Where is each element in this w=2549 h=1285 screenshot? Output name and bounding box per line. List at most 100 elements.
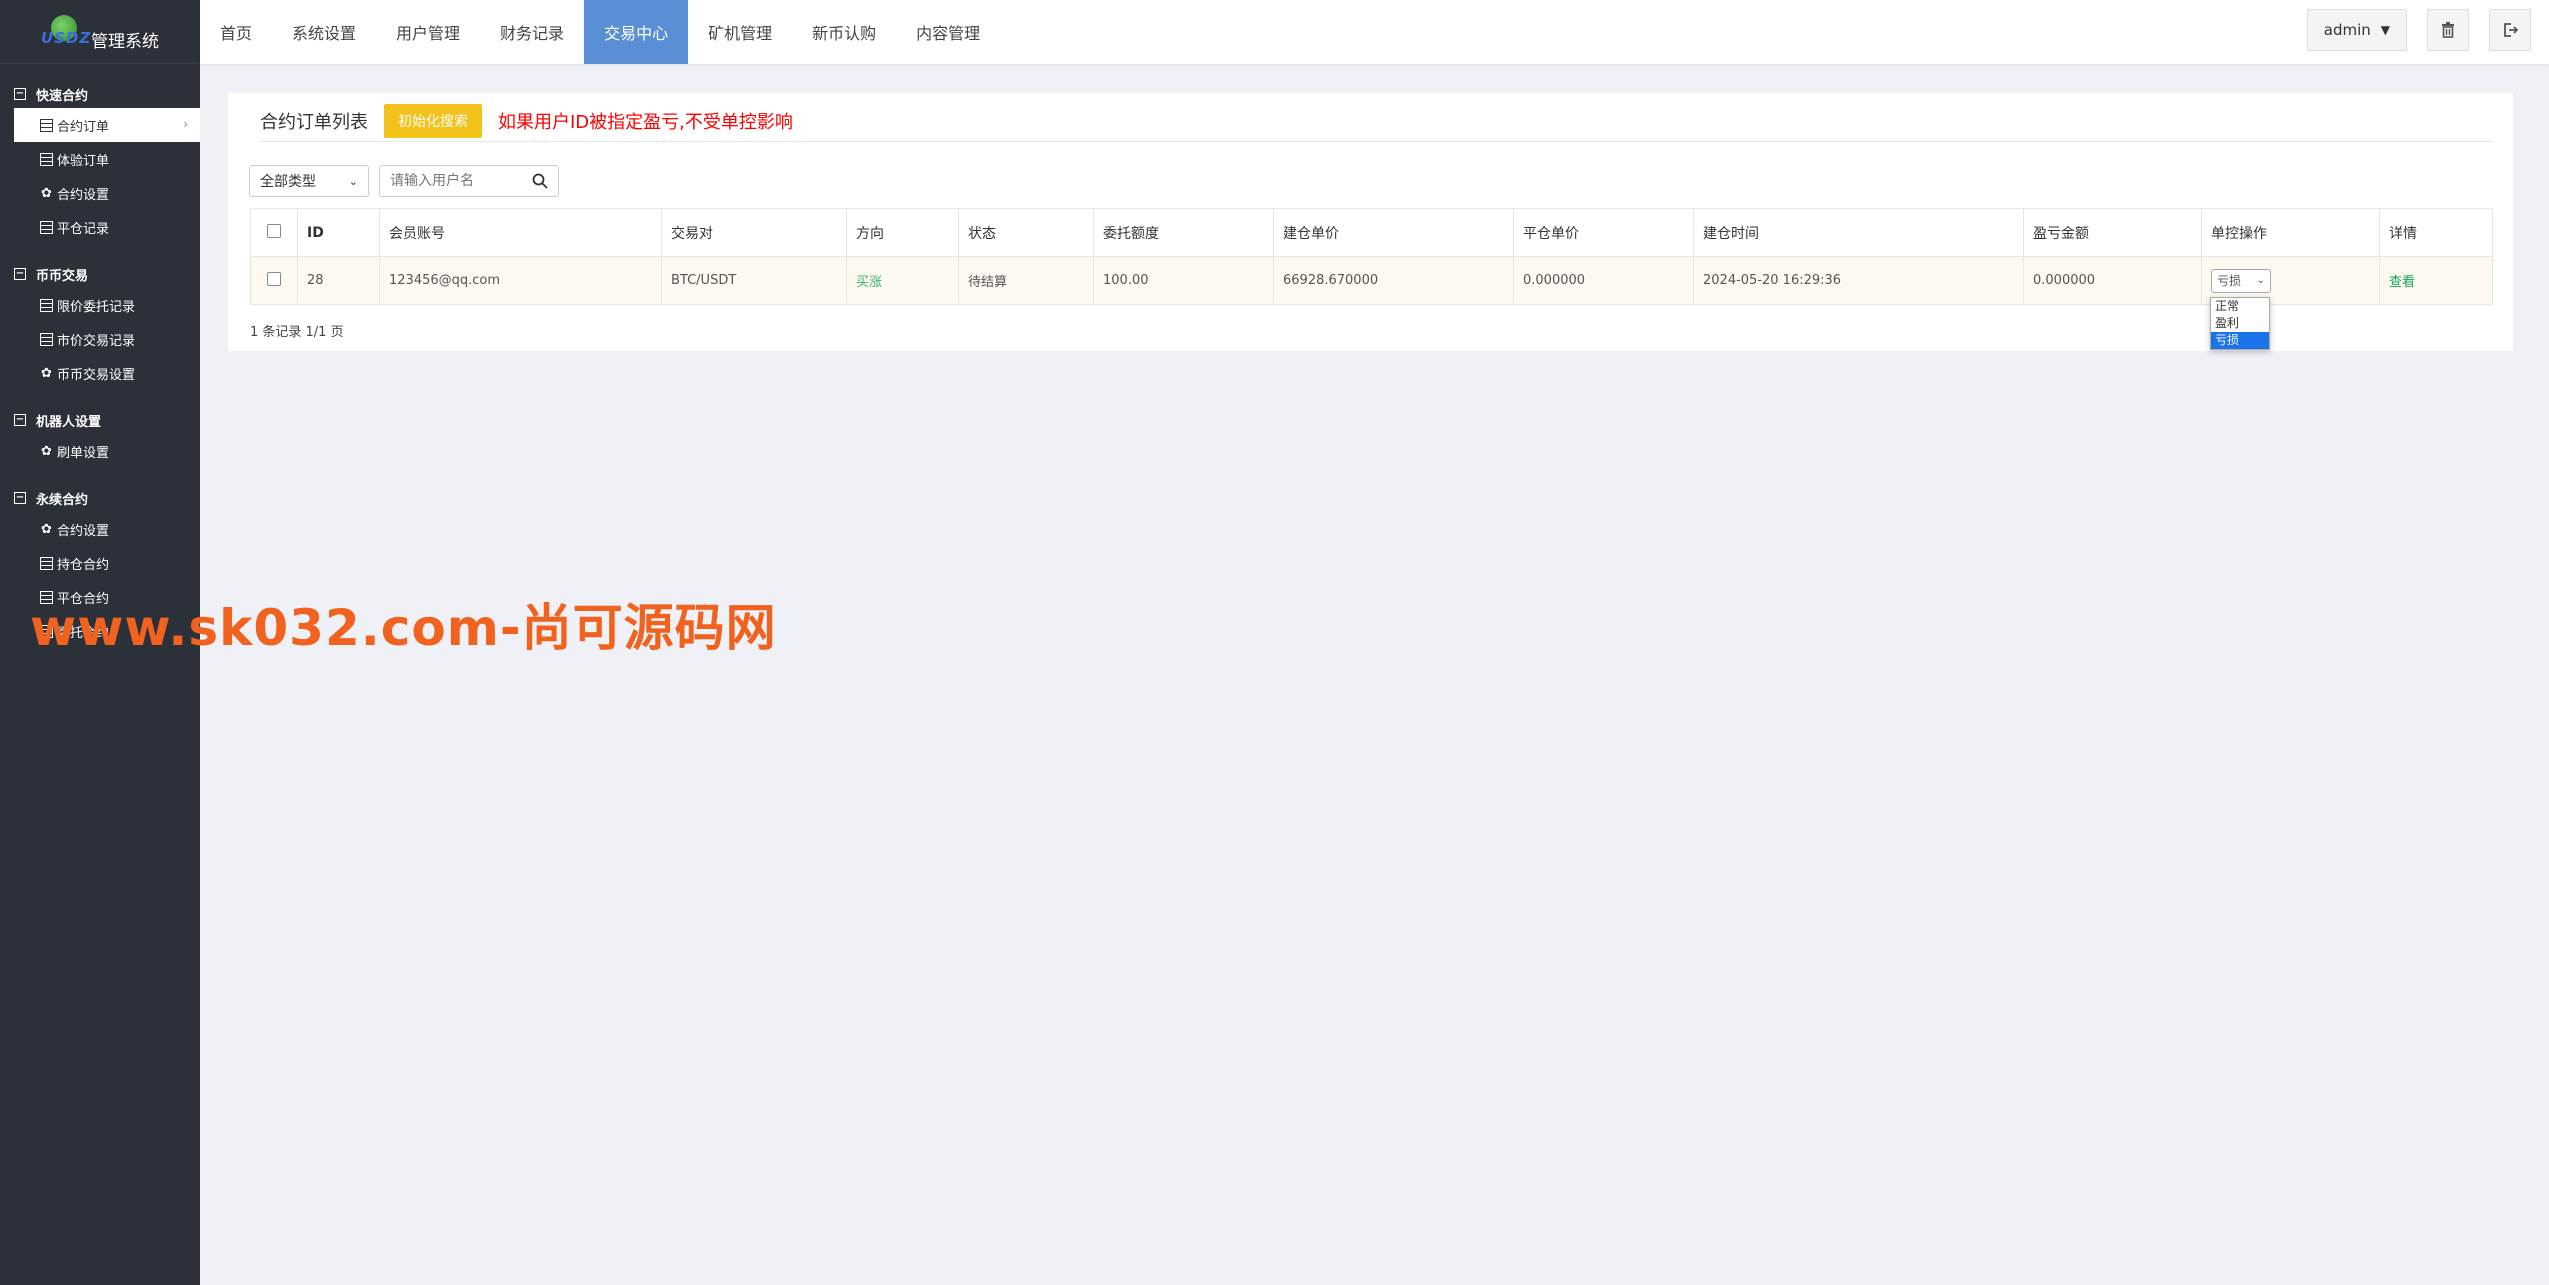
dropdown-option-normal[interactable]: 正常 <box>2211 298 2269 315</box>
cell-amount: 100.00 <box>1093 256 1274 305</box>
col-close-price: 平仓单价 <box>1513 208 1694 257</box>
top-nav-item[interactable]: 新币认购 <box>792 0 896 64</box>
orders-table: ID 会员账号 交易对 方向 状态 委托额度 建仓单价 平仓单价 建仓时间 盈亏… <box>250 208 2493 305</box>
col-direction: 方向 <box>846 208 959 257</box>
warning-text: 如果用户ID被指定盈亏,不受单控影响 <box>498 111 793 133</box>
cell-pair: BTC/USDT <box>661 256 847 305</box>
cell-detail: 查看 <box>2379 256 2493 305</box>
top-nav-item[interactable]: 矿机管理 <box>688 0 792 64</box>
topbar: 首页 系统设置 用户管理 财务记录 交易中心 矿机管理 新币认购 内容管理 admin ▼ <box>200 0 2549 64</box>
sidebar-item[interactable]: 持仓合约 <box>0 546 200 580</box>
sidebar-item[interactable]: 合约订单 › <box>14 108 200 142</box>
col-amount: 委托额度 <box>1093 208 1274 257</box>
sidebar-item[interactable]: ✿ 刷单设置 <box>0 434 200 468</box>
filter-bar: 全部类型 ⌄ <box>249 165 559 197</box>
nav-group-header[interactable]: − 快速合约 <box>0 80 200 108</box>
chevron-down-icon: ⌄ <box>348 174 358 188</box>
gear-icon: ✿ <box>41 365 52 381</box>
logo-mark: USDZ <box>41 9 90 55</box>
dropdown-option-profit[interactable]: 盈利 <box>2211 315 2269 332</box>
cell-account: 123456@qq.com <box>379 256 662 305</box>
top-nav-item[interactable]: 用户管理 <box>376 0 480 64</box>
cell-pnl: 0.000000 <box>2023 256 2202 305</box>
nav-group-label: 快速合约 <box>36 88 89 104</box>
sidebar-item[interactable]: 限价委托记录 <box>0 288 200 322</box>
reset-search-button[interactable]: 初始化搜索 <box>384 103 482 138</box>
row-select-cell <box>250 256 298 305</box>
sidebar-item[interactable]: 平仓记录 <box>0 210 200 244</box>
sidebar-item-label: 平仓记录 <box>57 221 110 237</box>
collapse-icon: − <box>14 492 26 504</box>
app-title: 管理系统 <box>91 32 159 52</box>
gear-icon: ✿ <box>41 521 52 537</box>
row-checkbox[interactable] <box>267 271 281 286</box>
trash-icon <box>2442 22 2454 38</box>
sidebar-item-label: 持仓合约 <box>57 557 110 573</box>
nav-group-header[interactable]: − 机器人设置 <box>0 406 200 434</box>
search-icon[interactable] <box>532 173 548 189</box>
nav-group-label: 机器人设置 <box>36 414 102 430</box>
content-panel: 合约订单列表 初始化搜索 如果用户ID被指定盈亏,不受单控影响 全部类型 ⌄ I… <box>228 93 2513 351</box>
table-icon <box>40 220 53 234</box>
logout-icon <box>2504 23 2518 37</box>
nav-group-header[interactable]: − 永续合约 <box>0 484 200 512</box>
clear-cache-button[interactable] <box>2427 9 2469 51</box>
collapse-icon: − <box>14 268 26 280</box>
table-icon <box>40 332 53 346</box>
sidebar-item-label: 合约设置 <box>57 187 110 203</box>
col-open-price: 建仓单价 <box>1273 208 1514 257</box>
cell-status: 待结算 <box>958 256 1094 305</box>
user-menu-button[interactable]: admin ▼ <box>2306 9 2407 51</box>
cell-close-price: 0.000000 <box>1513 256 1694 305</box>
nav-group-header[interactable]: − 币币交易 <box>0 260 200 288</box>
page-title: 合约订单列表 <box>260 111 368 133</box>
dropdown-option-loss[interactable]: 亏损 <box>2211 332 2269 349</box>
watermark: www.sk032.com-尚可源码网 <box>30 599 777 657</box>
col-account: 会员账号 <box>379 208 662 257</box>
cell-id: 28 <box>297 256 380 305</box>
sidebar-item-label: 合约订单 <box>57 119 110 135</box>
pagination-info: 1 条记录 1/1 页 <box>250 325 344 340</box>
chevron-right-icon: › <box>183 117 188 131</box>
col-status: 状态 <box>958 208 1094 257</box>
table-icon <box>40 298 53 312</box>
sidebar-item[interactable]: ✿ 合约设置 <box>0 176 200 210</box>
col-control: 单控操作 <box>2201 208 2380 257</box>
nav-group: − 快速合约合约订单 › 体验订单 ✿ 合约设置平仓记录 <box>0 80 200 244</box>
sidebar-item-label: 限价委托记录 <box>57 299 136 315</box>
top-nav-item[interactable]: 交易中心 <box>584 0 689 64</box>
sidebar-item-label: 刷单设置 <box>57 445 110 461</box>
user-name: admin <box>2323 21 2371 39</box>
table-icon <box>40 118 53 132</box>
top-nav-item[interactable]: 财务记录 <box>480 0 584 64</box>
top-nav-item[interactable]: 系统设置 <box>272 0 376 64</box>
top-nav-item[interactable]: 首页 <box>200 0 272 64</box>
top-nav-item[interactable]: 内容管理 <box>896 0 1000 64</box>
col-open-time: 建仓时间 <box>1693 208 2024 257</box>
sidebar-item[interactable]: 体验订单 <box>0 142 200 176</box>
search-box <box>379 165 559 197</box>
control-dropdown: 正常 盈利 亏损 <box>2210 297 2270 350</box>
collapse-icon: − <box>14 414 26 426</box>
sidebar-item[interactable]: ✿ 币币交易设置 <box>0 356 200 390</box>
caret-down-icon: ▼ <box>2380 23 2390 37</box>
type-select[interactable]: 全部类型 ⌄ <box>249 165 369 197</box>
col-id: ID <box>297 208 380 257</box>
table-icon <box>40 556 53 570</box>
logout-button[interactable] <box>2489 9 2531 51</box>
sidebar-item[interactable]: ✿ 合约设置 <box>0 512 200 546</box>
nav-group-label: 币币交易 <box>36 268 89 284</box>
sidebar-item-label: 合约设置 <box>57 523 110 539</box>
table-icon <box>40 152 53 166</box>
select-all-checkbox[interactable] <box>267 223 281 238</box>
sidebar-item[interactable]: 市价交易记录 <box>0 322 200 356</box>
sidebar-item-label: 币币交易设置 <box>57 367 136 383</box>
search-input[interactable] <box>390 173 520 189</box>
sidebar-item-label: 市价交易记录 <box>57 333 136 349</box>
cell-direction: 买涨 <box>846 256 959 305</box>
control-select[interactable]: 亏损 ⌄ <box>2211 268 2271 293</box>
gear-icon: ✿ <box>41 443 52 459</box>
sidebar-item-label: 体验订单 <box>57 153 110 169</box>
col-pair: 交易对 <box>661 208 847 257</box>
view-detail-link[interactable]: 查看 <box>2389 275 2415 290</box>
